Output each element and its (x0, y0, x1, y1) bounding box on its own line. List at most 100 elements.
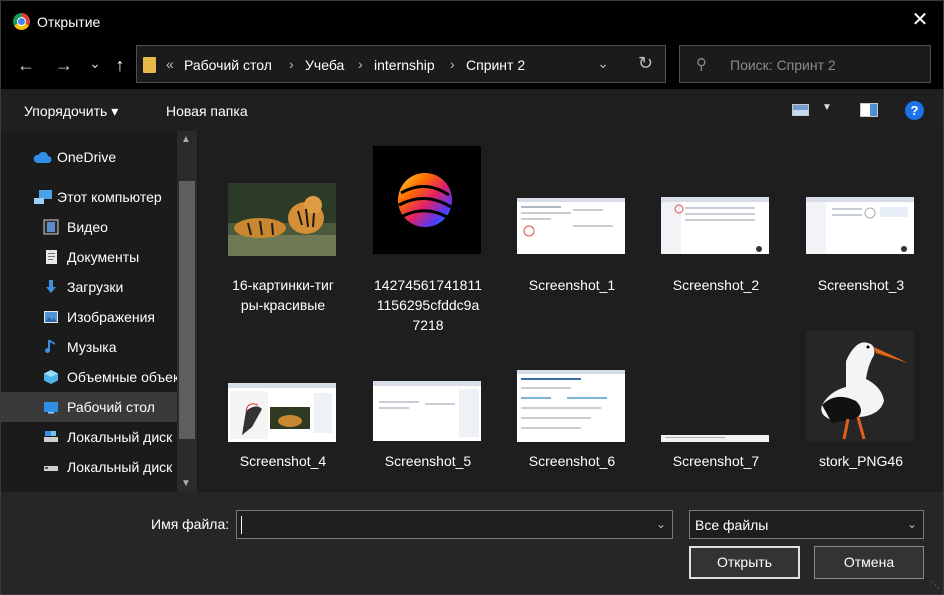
music-icon (45, 340, 55, 353)
scrollbar-thumb[interactable] (179, 181, 195, 439)
title-bar: Открытие ✕ (1, 1, 943, 43)
screenshot-thumbnail (806, 197, 914, 254)
sidebar-item-label: Локальный диск (D:) (67, 459, 177, 475)
file-name: Screenshot_2 (672, 277, 760, 293)
change-view-icon[interactable] (792, 104, 809, 116)
sidebar-item-downloads[interactable]: Загрузки (1, 272, 177, 302)
tigers-thumbnail (228, 183, 336, 256)
sidebar-item-label: Объемные объекты (67, 369, 177, 385)
3d-objects-icon (44, 370, 58, 384)
sidebar-item-label: Загрузки (67, 279, 124, 295)
forward-arrow-icon[interactable]: → (53, 55, 75, 75)
sidebar-item-label: Этот компьютер (57, 189, 162, 205)
search-box[interactable]: ⚲ Поиск: Спринт 2 (679, 45, 931, 83)
help-icon[interactable]: ? (905, 101, 924, 120)
open-button[interactable]: Открыть (689, 546, 800, 579)
sidebar-item-this-pc[interactable]: Этот компьютер (1, 182, 177, 212)
sidebar-item-label: Локальный диск (C:) (67, 429, 177, 445)
documents-icon (46, 250, 57, 264)
resize-grip-icon[interactable]: ⋱ (931, 580, 940, 591)
address-bar[interactable]: « Рабочий стол › Учеба › internship › Сп… (136, 45, 666, 83)
filename-history-chevron-icon[interactable]: ⌄ (656, 517, 666, 531)
open-file-dialog: Открытие ✕ ← → ⌄ ↑ « Рабочий стол › Учеб… (0, 0, 944, 595)
file-name: Screenshot_5 (384, 453, 472, 469)
breadcrumb-separator-icon[interactable]: › (358, 56, 363, 72)
sidebar-item-label: Рабочий стол (67, 399, 155, 415)
sidebar-item-documents[interactable]: Документы (1, 242, 177, 272)
file-name: 14274561741811 1156295cfddc9a 7218 (363, 275, 493, 335)
window-title: Открытие (37, 14, 101, 30)
screenshot-thumbnail (373, 381, 481, 441)
download-icon (46, 280, 56, 293)
sidebar-item-pictures[interactable]: Изображения (1, 302, 177, 332)
breadcrumb-separator-icon[interactable]: › (450, 56, 455, 72)
breadcrumb-sprint-2[interactable]: Спринт 2 (466, 57, 525, 73)
computer-icon (34, 190, 52, 204)
file-type-select[interactable]: Все файлы ⌄ (689, 510, 924, 539)
breadcrumb-internship[interactable]: internship (374, 57, 435, 73)
video-icon (43, 219, 59, 235)
sphere-thumbnail (373, 146, 481, 254)
file-name: 16-картинки-тиг ры-красивые (218, 275, 348, 315)
stork-thumbnail (806, 331, 914, 442)
cloud-icon (33, 151, 52, 163)
organize-menu-button[interactable]: Упорядочить ▾ (24, 103, 118, 120)
navigation-pane: OneDrive Этот компьютер Видео Документы … (1, 131, 199, 492)
new-folder-button[interactable]: Новая папка (166, 103, 248, 119)
sidebar-item-3d-objects[interactable]: Объемные объекты (1, 362, 177, 392)
screenshot-thumbnail (661, 197, 769, 254)
filename-label: Имя файла: (151, 516, 230, 532)
sidebar-item-onedrive[interactable]: OneDrive (1, 142, 177, 172)
file-list: 16-картинки-тиг ры-красивые 142745617418… (199, 131, 943, 492)
file-name: Screenshot_1 (528, 277, 616, 293)
screenshot-stork-thumbnail (228, 383, 336, 442)
pictures-icon (44, 311, 58, 323)
sidebar-item-music[interactable]: Музыка (1, 332, 177, 362)
file-name-line: 1156295cfddc9a (376, 297, 480, 313)
command-toolbar: Упорядочить ▾ Новая папка ▼ ? (1, 89, 943, 131)
text-caret (241, 516, 242, 534)
sidebar-item-local-disk-c[interactable]: Локальный диск (C:) (1, 422, 177, 452)
refresh-icon[interactable]: ↻ (638, 53, 653, 74)
close-icon[interactable]: ✕ (909, 9, 931, 31)
file-name-line: ры-красивые (240, 297, 326, 313)
screenshot-strip-thumbnail (661, 435, 769, 442)
scroll-up-icon[interactable]: ▲ (181, 134, 191, 145)
sidebar-item-desktop[interactable]: Рабочий стол (1, 392, 177, 422)
sidebar-item-video[interactable]: Видео (1, 212, 177, 242)
sidebar-item-label: OneDrive (57, 149, 117, 165)
sidebar-item-label: Документы (67, 249, 140, 265)
file-name: stork_PNG46 (818, 453, 904, 469)
screenshot-thumbnail (517, 370, 625, 442)
breadcrumb-overflow-icon[interactable]: « (166, 56, 174, 72)
view-dropdown-chevron-icon[interactable]: ▼ (822, 102, 832, 113)
navigation-bar: ← → ⌄ ↑ « Рабочий стол › Учеба › interns… (1, 43, 943, 89)
address-dropdown-chevron-icon[interactable]: ⌄ (597, 55, 609, 72)
breadcrumb-separator-icon[interactable]: › (289, 56, 294, 72)
screenshot-thumbnail (517, 198, 625, 254)
breadcrumb-desktop[interactable]: Рабочий стол (184, 57, 272, 73)
desktop-icon (44, 402, 58, 414)
file-type-chevron-icon[interactable]: ⌄ (907, 517, 917, 531)
back-arrow-icon[interactable]: ← (15, 55, 37, 75)
search-input[interactable]: Поиск: Спринт 2 (730, 57, 836, 73)
dialog-footer: Имя файла: ⌄ Все файлы ⌄ Открыть Отмена … (1, 492, 943, 594)
file-name: Screenshot_7 (672, 453, 760, 469)
scroll-down-icon[interactable]: ▼ (181, 478, 191, 489)
sidebar-item-local-disk-d[interactable]: Локальный диск (D:) (1, 452, 177, 482)
breadcrumb-ucheba[interactable]: Учеба (305, 57, 344, 73)
file-name-line: 16-картинки-тиг (232, 277, 334, 293)
sidebar-item-label: Музыка (67, 339, 117, 355)
cancel-button[interactable]: Отмена (814, 546, 924, 579)
filename-input[interactable]: ⌄ (236, 510, 673, 539)
file-name: Screenshot_4 (239, 453, 327, 469)
file-name: Screenshot_3 (817, 277, 905, 293)
sidebar-item-label: Изображения (67, 309, 155, 325)
search-icon: ⚲ (696, 56, 707, 73)
up-arrow-icon[interactable]: ↑ (109, 55, 131, 75)
file-name-line: 14274561741811 (374, 277, 482, 293)
drive-icon (44, 466, 58, 471)
preview-pane-icon[interactable] (860, 103, 878, 117)
recent-locations-chevron-icon[interactable]: ⌄ (84, 53, 106, 73)
sidebar-scrollbar[interactable]: ▲ ▼ (177, 131, 197, 492)
